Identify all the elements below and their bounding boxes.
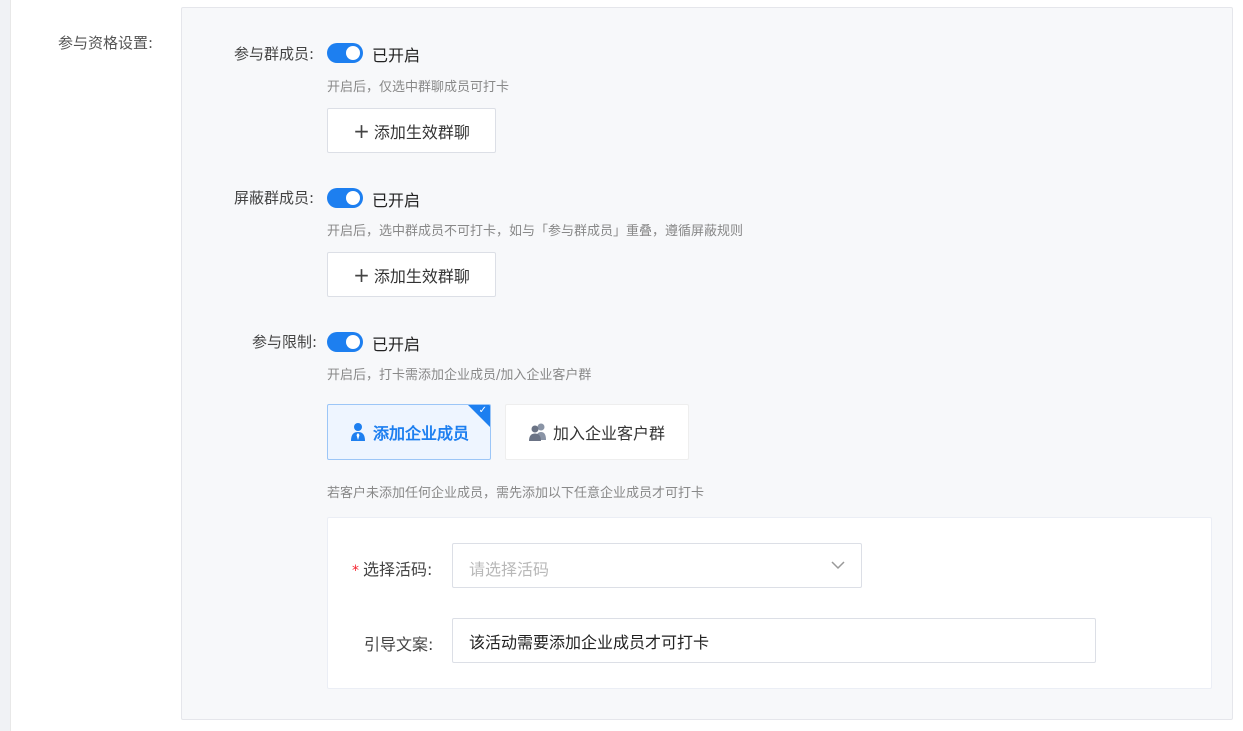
block-group-toggle-state: 已开启 [372, 191, 421, 210]
select-live-code-label: * 选择活码: [352, 556, 432, 580]
guide-text-label: 引导文案: [364, 635, 434, 654]
group-icon [528, 423, 546, 441]
toggle-knob [346, 46, 360, 60]
block-group-hint: 开启后，选中群成员不可打卡，如与「参与群成员」重叠，遵循屏蔽规则 [327, 224, 744, 239]
participate-limit-hint: 开启后，打卡需添加企业成员/加入企业客户群 [327, 368, 592, 383]
participate-limit-toggle-state: 已开启 [372, 335, 421, 354]
plus-icon: + [353, 262, 370, 287]
participate-group-add-button[interactable]: + 添加生效群聊 [327, 108, 496, 153]
select-placeholder: 请选择活码 [469, 560, 550, 579]
participate-group-hint: 开启后，仅选中群聊成员可打卡 [327, 80, 510, 95]
participate-limit-label: 参与限制: [251, 333, 317, 351]
option-join-group-label: 加入企业客户群 [552, 424, 665, 443]
option-add-member[interactable]: 添加企业成员 ✓ [327, 404, 491, 460]
participate-group-label: 参与群成员: [233, 45, 314, 63]
section-label: 参与资格设置: [58, 34, 154, 52]
block-group-label: 屏蔽群成员: [233, 189, 314, 207]
required-mark: * [352, 563, 359, 579]
left-rail [0, 0, 11, 731]
check-icon: ✓ [478, 405, 487, 416]
toggle-knob [346, 335, 360, 349]
block-group-toggle[interactable] [327, 188, 363, 208]
add-button-label: 添加生效群聊 [373, 122, 470, 142]
add-button-label: 添加生效群聊 [373, 266, 470, 286]
select-label-text: 选择活码: [363, 560, 433, 579]
toggle-knob [346, 191, 360, 205]
participate-group-toggle-state: 已开启 [372, 46, 421, 65]
participate-limit-toggle[interactable] [327, 332, 363, 352]
live-code-select[interactable]: 请选择活码 [452, 543, 862, 588]
guide-text-input[interactable] [452, 618, 1096, 663]
plus-icon: + [353, 118, 370, 143]
option-join-group[interactable]: 加入企业客户群 [505, 404, 689, 460]
block-group-add-button[interactable]: + 添加生效群聊 [327, 252, 496, 297]
person-icon [350, 423, 365, 441]
participate-group-toggle[interactable] [327, 43, 363, 63]
option-hint: 若客户未添加任何企业成员，需先添加以下任意企业成员才可打卡 [327, 486, 705, 501]
chevron-down-icon [831, 561, 845, 570]
option-add-member-label: 添加企业成员 [372, 424, 469, 443]
